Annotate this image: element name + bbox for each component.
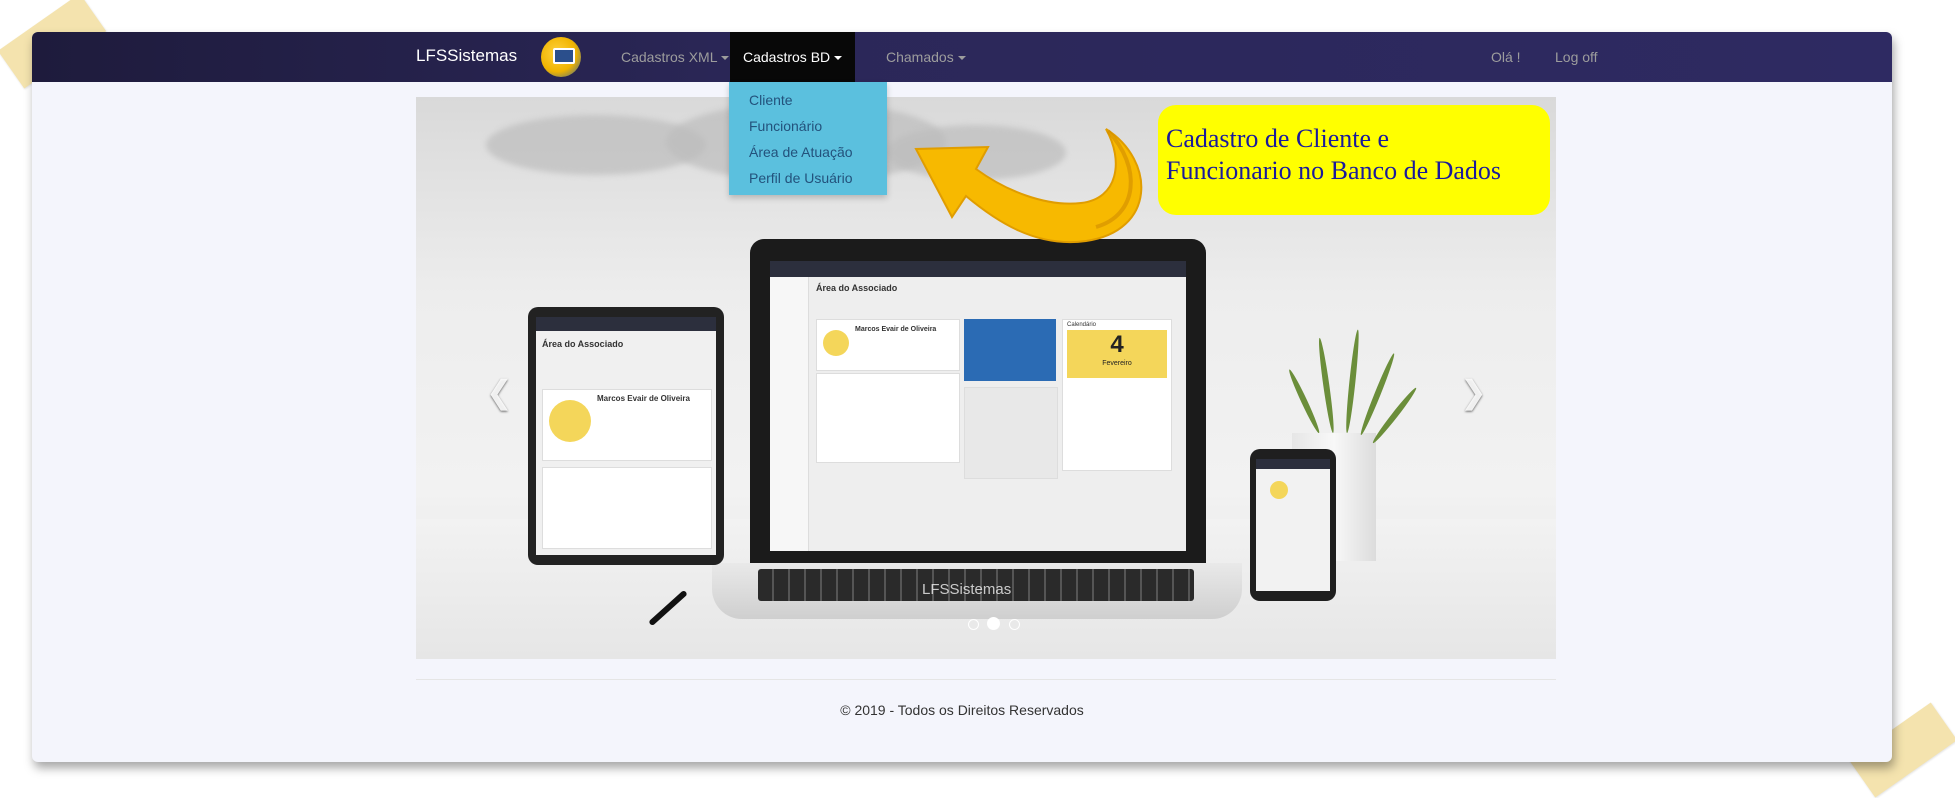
navbar: LFSSistemas Cadastros XML Cadastros BD C… [32,32,1892,82]
phone-screen-content [1256,459,1330,591]
laptop-screen-content: Área do Associado Marcos Evair de Olivei… [770,261,1186,551]
mockup-calendar-panel: Calendário 4 Fevereiro [1062,319,1172,471]
avatar-icon [1270,481,1288,499]
menu-cadastros-bd[interactable]: Cadastros BD [730,32,856,82]
mockup-profile-card: Marcos Evair de Oliveira [816,319,960,371]
caret-down-icon [834,56,843,61]
brand-link[interactable]: LFSSistemas [416,46,517,66]
carousel-indicator-active[interactable] [987,617,1001,630]
menu-label: Chamados [886,49,954,65]
mockup-calendar-day: 4 [1110,331,1124,358]
avatar-icon [823,330,849,356]
mockup-user-name: Marcos Evair de Oliveira [597,394,690,403]
callout-box: Cadastro de Cliente e Funcionario no Ban… [1158,105,1550,215]
mockup-weather-panel [964,319,1056,381]
logoff-link[interactable]: Log off [1542,32,1611,82]
footer-copyright: © 2019 - Todos os Direitos Reservados [840,702,1084,718]
carousel-watermark: LFSSistemas [922,581,1012,598]
menu-chamados[interactable]: Chamados [873,32,979,82]
laptop-mockup: Área do Associado Marcos Evair de Olivei… [750,239,1206,563]
mockup-user-name: Marcos Evair de Oliveira [855,326,937,333]
carousel-indicator[interactable] [968,619,979,630]
footer-divider [416,679,1556,680]
menu-cadastros-xml[interactable]: Cadastros XML [608,32,742,82]
chevron-right-icon[interactable]: ❯ [1460,373,1487,411]
mockup-map-panel [964,387,1058,479]
tablet-mockup: Área do Associado Marcos Evair de Olivei… [528,307,724,565]
page-card: LFSSistemas Cadastros XML Cadastros BD C… [32,32,1892,762]
cadastros-bd-dropdown: Cliente Funcionário Área de Atuação Perf… [729,82,887,195]
avatar-icon [549,400,591,442]
tablet-screen-content: Área do Associado Marcos Evair de Olivei… [536,317,716,555]
dropdown-item-cliente[interactable]: Cliente [749,92,793,108]
caret-down-icon [721,56,730,61]
caret-down-icon [957,56,966,61]
mockup-calendar-label: Calendário [1067,322,1097,328]
callout-text: Cadastro de Cliente e Funcionario no Ban… [1166,123,1546,187]
mockup-page-title: Área do Associado [542,339,624,349]
mockup-calendar-date: 4 Fevereiro [1067,330,1167,378]
image-carousel: Área do Associado Marcos Evair de Olivei… [416,97,1556,659]
dropdown-item-funcionario[interactable]: Funcionário [749,118,822,134]
phone-mockup [1250,449,1336,601]
leaf-graphic [1344,329,1361,434]
mockup-sidebar [770,277,809,551]
mockup-app-bar [536,317,716,331]
carousel-indicator[interactable] [1008,619,1020,630]
carousel-indicators [966,617,1022,635]
mockup-shortcuts-panel [542,467,712,549]
user-greeting-link[interactable]: Olá ! [1478,32,1534,82]
mockup-shortcuts-panel [816,373,960,463]
menu-label: Cadastros XML [621,49,718,65]
dropdown-item-perfil-usuario[interactable]: Perfil de Usuário [749,170,853,186]
leaf-graphic [1316,337,1336,434]
chevron-left-icon[interactable]: ❮ [486,373,513,411]
callout-line: Cadastro de Cliente e [1166,124,1390,153]
mockup-page-title: Área do Associado [816,283,898,293]
dropdown-item-area-atuacao[interactable]: Área de Atuação [749,144,853,160]
callout-line: Funcionario no Banco de Dados [1166,156,1502,185]
menu-label: Cadastros BD [743,49,831,65]
curved-arrow-icon [914,128,1143,244]
monitor-logo-icon [541,37,581,77]
leaf-graphic [1286,368,1322,435]
mockup-profile-card: Marcos Evair de Oliveira [542,389,712,461]
mockup-app-bar [1256,459,1330,469]
mockup-calendar-month: Fevereiro [1102,360,1132,367]
